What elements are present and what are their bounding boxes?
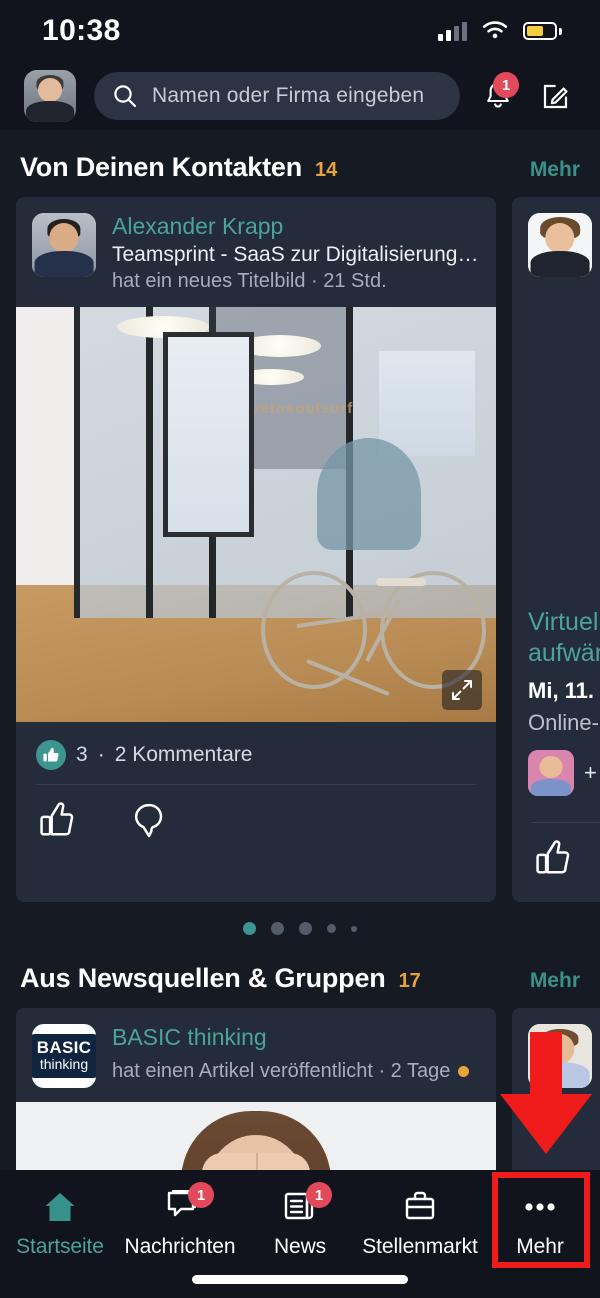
news-icon: 1 xyxy=(282,1182,332,1226)
card-photo[interactable]: #welovetosoulsurf xyxy=(16,307,496,722)
notifications-button[interactable]: 1 xyxy=(478,72,519,116)
event-date: Mi, 11. N xyxy=(528,678,600,703)
event-details: Virtuel aufwär Mi, 11. N Online- + xyxy=(512,591,600,796)
pagination-dot[interactable] xyxy=(299,922,312,935)
tab-badge: 1 xyxy=(306,1182,332,1208)
tab-label: Mehr xyxy=(516,1235,564,1258)
messages-icon: 1 xyxy=(160,1182,214,1226)
ellipsis-icon xyxy=(519,1188,561,1226)
down-arrow-annotation xyxy=(500,1032,592,1154)
tab-nachrichten[interactable]: 1 Nachrichten xyxy=(120,1180,240,1272)
card-header: BASIC thinking BASIC thinking hat einen … xyxy=(16,1008,496,1102)
avatar[interactable] xyxy=(528,213,592,277)
attendee-avatar xyxy=(528,750,574,796)
status-bar: 10:38 xyxy=(0,0,600,62)
card-author[interactable]: Alexander Krapp xyxy=(112,213,480,240)
tab-stellenmarkt[interactable]: Stellenmarkt xyxy=(360,1180,480,1272)
carousel-pagination[interactable] xyxy=(0,902,600,941)
unread-dot-icon xyxy=(458,1066,470,1077)
card-meta-label: hat einen Artikel veröffentlicht · 2 Tag… xyxy=(112,1060,451,1082)
like-button[interactable] xyxy=(38,801,76,844)
card-meta-text: hat einen Artikel veröffentlicht · 2 Tag… xyxy=(112,1060,480,1083)
section-more-link[interactable]: Mehr xyxy=(530,158,580,182)
tab-label: News xyxy=(273,1235,327,1258)
compose-button[interactable] xyxy=(536,76,576,116)
section-count: 17 xyxy=(398,970,421,992)
search-icon xyxy=(114,85,137,108)
compose-icon xyxy=(543,84,568,109)
search-input[interactable]: Namen oder Firma eingeben xyxy=(94,72,460,120)
section-title: Von Deinen Kontakten xyxy=(20,152,303,182)
comment-button[interactable] xyxy=(130,801,168,844)
tab-label: Startseite xyxy=(16,1235,104,1258)
status-clock: 10:38 xyxy=(42,14,121,47)
stats-separator: · xyxy=(97,743,105,766)
avatar[interactable] xyxy=(32,213,96,277)
card-action-bar xyxy=(512,823,600,902)
card-meta-text: hat ein neues Titelbild · 21 Std. xyxy=(112,270,387,292)
contacts-carousel[interactable]: Alexander Krapp Teamsprint - SaaS zur Di… xyxy=(0,197,600,902)
pagination-dot[interactable] xyxy=(351,925,357,932)
feed-card[interactable]: Virtuel aufwär Mi, 11. N Online- + xyxy=(512,197,600,902)
avatar[interactable]: BASIC thinking xyxy=(32,1024,96,1088)
tab-label: Nachrichten xyxy=(124,1235,236,1258)
thumbs-up-reaction-icon xyxy=(36,740,66,770)
event-title-line2: aufwär xyxy=(528,638,600,667)
section-header-contacts: Von Deinen Kontakten 14 Mehr xyxy=(0,130,600,197)
event-attendees: + xyxy=(528,750,600,796)
logo-text-bottom: thinking xyxy=(39,1056,89,1073)
pagination-dot[interactable] xyxy=(327,924,336,933)
section-more-link[interactable]: Mehr xyxy=(530,969,580,993)
event-title-line1: Virtuel xyxy=(528,608,599,636)
section-title: Aus Newsquellen & Gruppen xyxy=(20,963,386,993)
home-icon xyxy=(42,1188,78,1226)
attendees-plus: + xyxy=(584,760,597,785)
search-placeholder: Namen oder Firma eingeben xyxy=(152,84,425,107)
logo-text-top: BASIC xyxy=(36,1038,92,1058)
event-location: Online- xyxy=(528,710,599,735)
comments-count[interactable]: 2 Kommentare xyxy=(115,743,253,767)
expand-icon[interactable] xyxy=(442,670,482,710)
battery-icon xyxy=(523,22,562,40)
reaction-count: 3 xyxy=(76,743,88,766)
pagination-dot-active[interactable] xyxy=(243,922,256,935)
tab-mehr[interactable]: Mehr xyxy=(480,1180,600,1272)
like-button[interactable] xyxy=(534,839,572,882)
bottom-tab-bar: Startseite 1 Nachrichten 1 News Stellenm… xyxy=(0,1170,600,1298)
section-count: 14 xyxy=(315,159,338,181)
notification-badge: 1 xyxy=(493,72,519,98)
section-header-news: Aus Newsquellen & Gruppen 17 Mehr xyxy=(0,941,600,1008)
card-action-bar xyxy=(16,785,496,864)
card-author[interactable]: BASIC thinking xyxy=(112,1024,480,1051)
card-header: Alexander Krapp Teamsprint - SaaS zur Di… xyxy=(16,197,496,307)
tab-startseite[interactable]: Startseite xyxy=(0,1180,120,1272)
cellular-signal-icon xyxy=(438,21,467,41)
status-indicators xyxy=(438,20,562,42)
card-engagement: 3 · 2 Kommentare xyxy=(16,722,496,784)
card-header xyxy=(512,197,600,291)
office-interior-image: #welovetosoulsurf xyxy=(16,307,496,722)
basic-thinking-logo: BASIC thinking xyxy=(32,1024,96,1088)
pagination-dot[interactable] xyxy=(271,922,284,935)
tab-badge: 1 xyxy=(188,1182,214,1208)
feed-card[interactable]: Alexander Krapp Teamsprint - SaaS zur Di… xyxy=(16,197,496,902)
profile-avatar[interactable] xyxy=(24,70,76,122)
card-subtitle: Teamsprint - SaaS zur Digitalisierung vo… xyxy=(112,243,480,266)
wifi-icon xyxy=(482,21,508,39)
app-screen: 10:38 Namen oder Firma eingeben 1 Von De… xyxy=(0,0,600,1298)
home-indicator xyxy=(192,1275,408,1284)
top-bar: Namen oder Firma eingeben 1 xyxy=(0,62,600,130)
tab-news[interactable]: 1 News xyxy=(240,1180,360,1272)
tab-label: Stellenmarkt xyxy=(362,1235,478,1258)
briefcase-icon xyxy=(402,1188,438,1226)
